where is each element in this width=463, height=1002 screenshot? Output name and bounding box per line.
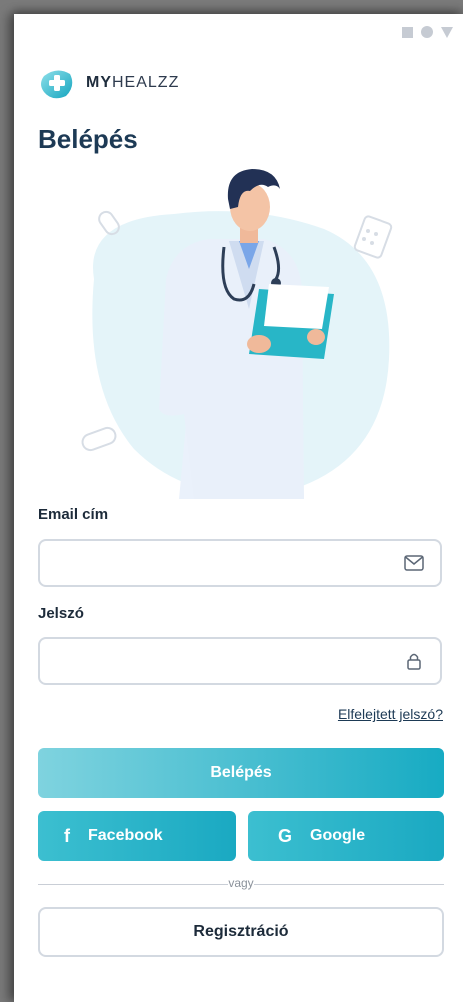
app-logo: MYHEALZZ (38, 66, 179, 100)
email-field[interactable] (38, 539, 442, 587)
password-input[interactable] (40, 639, 408, 683)
google-login-button[interactable]: G Google (248, 811, 444, 861)
facebook-button-label: Facebook (88, 827, 163, 844)
app-screen: MYHEALZZ Belépés Email cím Jelszó Elfele… (14, 14, 463, 1002)
google-icon: G (278, 825, 293, 846)
logo-text: MYHEALZZ (86, 74, 179, 92)
email-label: Email cím (38, 506, 109, 523)
email-input[interactable] (40, 541, 408, 585)
register-button[interactable]: Regisztráció (38, 907, 444, 957)
status-bar (402, 26, 453, 38)
google-button-label: Google (310, 827, 366, 844)
logo-mark-icon (41, 70, 73, 99)
doctor-illustration (81, 169, 393, 499)
triangle-icon (441, 26, 453, 38)
or-divider: vagy (38, 876, 444, 892)
forgot-password-link[interactable]: Elfelejtett jelszó? (338, 706, 443, 722)
lock-icon (407, 653, 421, 670)
password-label: Jelszó (38, 605, 84, 622)
login-button[interactable]: Belépés (38, 748, 444, 798)
square-icon (402, 26, 413, 38)
divider-line-right (254, 884, 444, 885)
envelope-icon (404, 555, 424, 571)
page-title: Belépés (38, 124, 138, 154)
logo-text-my: MY (86, 74, 112, 91)
facebook-login-button[interactable]: f Facebook (38, 811, 236, 861)
divider-text: vagy (228, 876, 254, 890)
logo-text-rest: HEALZZ (112, 74, 180, 91)
facebook-icon: f (64, 825, 70, 846)
password-field[interactable] (38, 637, 442, 685)
login-button-label: Belépés (210, 764, 272, 781)
register-button-label: Regisztráció (193, 923, 289, 940)
circle-icon (421, 26, 433, 38)
